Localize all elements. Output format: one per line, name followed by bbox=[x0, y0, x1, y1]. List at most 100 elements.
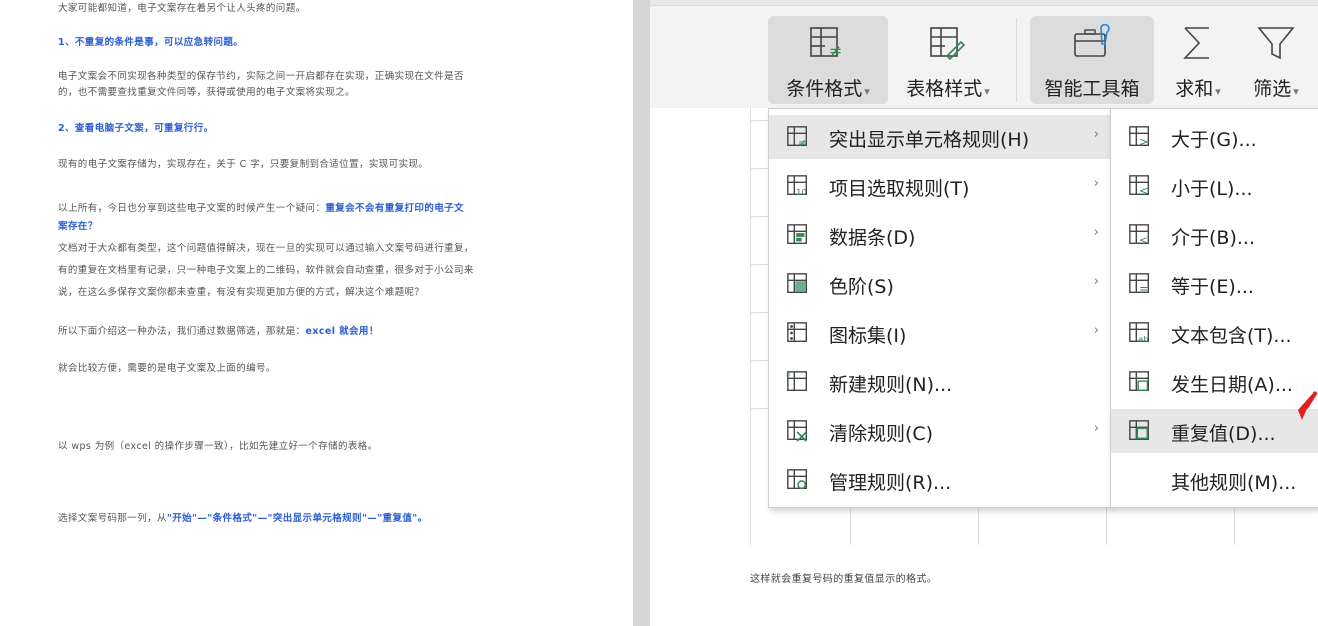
smart-toolbox-label: 智能工具箱 bbox=[1044, 78, 1140, 100]
menu-item[interactable]: 图标集(I) › bbox=[769, 311, 1111, 355]
sum-button[interactable]: 求和 ▾ bbox=[1162, 16, 1234, 104]
color-scales-icon bbox=[785, 272, 811, 296]
document-line: 的，也不需要查找重复文件同等，获得或使用的电子文案将实现之。 bbox=[58, 87, 356, 98]
menu-item[interactable]: * 新建规则(N)... bbox=[769, 360, 1111, 404]
document-line: 文档对于大众都有类型，这个问题值得解决，现在一旦的实现可以通过输入文案号码进行重… bbox=[58, 243, 474, 254]
menu-item[interactable]: 清除规则(C) › bbox=[769, 409, 1111, 453]
menu-item-label: 管理规则(R)... bbox=[829, 472, 952, 494]
document-line: 现有的电子文案存储为，实现存在，关于 C 字，只要复制到合适位置，实现可实现。 bbox=[58, 159, 429, 170]
menu-item[interactable]: 10 项目选取规则(T) › bbox=[769, 164, 1111, 208]
submenu-arrow-icon: › bbox=[1093, 176, 1099, 191]
caret-icon: ▾ bbox=[864, 85, 870, 98]
submenu-item-label: 大于(G)... bbox=[1171, 129, 1257, 151]
caret-icon: ▾ bbox=[1293, 85, 1299, 98]
submenu-item[interactable]: 重复值(D)... bbox=[1111, 409, 1318, 453]
svg-text:=: = bbox=[1139, 282, 1148, 295]
submenu-item-label: 其他规则(M)... bbox=[1171, 472, 1297, 494]
less-than-icon: < bbox=[1127, 174, 1153, 198]
date-occurring-icon bbox=[1127, 370, 1153, 394]
document-line-highlight: excel 就会用！ bbox=[305, 326, 379, 337]
document-line-highlight: "开始"—"条件格式"—"突出显示单元格规则"—"重复值"。 bbox=[166, 513, 428, 524]
document-line: 1、不重复的条件是事，可以应急转问题。 bbox=[58, 37, 244, 48]
pointer-arrow-icon bbox=[1298, 390, 1318, 420]
submenu-item-label: 等于(E)... bbox=[1171, 276, 1254, 298]
svg-text:<: < bbox=[1139, 235, 1148, 246]
icon-sets-icon bbox=[785, 321, 811, 345]
document-line: 2、查看电脑子文案，可重复行行。 bbox=[58, 123, 214, 134]
top-bottom-rules-icon: 10 bbox=[785, 174, 811, 198]
highlight-cells-rules-icon: ≠ bbox=[785, 125, 811, 149]
menu-item-label: 数据条(D) bbox=[829, 227, 916, 249]
greater-than-icon: > bbox=[1127, 125, 1153, 149]
filter-button[interactable]: 筛选 ▾ bbox=[1240, 16, 1312, 104]
document-line: 以上所有，今日也分享到这些电子文案的时候产生一个疑问：重复会不会有重复打印的电子… bbox=[58, 202, 464, 216]
document-line: 大家可能都知道，电子文案存在着另个让人头疼的问题。 bbox=[58, 3, 306, 14]
submenu-item[interactable]: 发生日期(A)... bbox=[1111, 360, 1318, 404]
submenu-item[interactable]: > 大于(G)... bbox=[1111, 115, 1318, 159]
caption-text: 这样就会重复号码的重复值显示的格式。 bbox=[750, 574, 938, 585]
menu-item[interactable]: 色阶(S) › bbox=[769, 262, 1111, 306]
duplicate-values-icon bbox=[1127, 419, 1153, 443]
submenu-item[interactable]: < 小于(L)... bbox=[1111, 164, 1318, 208]
document-line-highlight: 重复会不会有重复打印的电子文 bbox=[325, 203, 464, 214]
document-line: 说，在这么多保存文案你都未查重，有没有实现更加方便的方式，解决这个难题呢？ bbox=[58, 287, 425, 298]
document-line: 所以下面介绍这一种办法，我们通过数据筛选，那就是：excel 就会用！ bbox=[58, 325, 379, 339]
conditional-format-button[interactable]: ≠ 条件格式 ▾ bbox=[768, 16, 888, 104]
grid-col-line bbox=[750, 108, 751, 545]
between-icon: < bbox=[1127, 223, 1153, 247]
submenu-item[interactable]: < 介于(B)... bbox=[1111, 213, 1318, 257]
equal-to-icon: = bbox=[1127, 272, 1153, 296]
page-gutter bbox=[633, 0, 650, 626]
menu-item-label: 色阶(S) bbox=[829, 276, 894, 298]
submenu-item-label: 介于(B)... bbox=[1171, 227, 1255, 249]
submenu-item[interactable]: ab 文本包含(T)... bbox=[1111, 311, 1318, 355]
document-line: 电子文案会不同实现各种类型的保存节约，实际之间一开启都存在实现，正确实现在文件是… bbox=[58, 71, 464, 82]
smart-toolbox-button[interactable]: 智能工具箱 bbox=[1030, 16, 1154, 104]
submenu-arrow-icon: › bbox=[1093, 225, 1099, 240]
document-line: 选择文案号码那一列，从"开始"—"条件格式"—"突出显示单元格规则"—"重复值"… bbox=[58, 512, 428, 526]
submenu-item[interactable]: 其他规则(M)... bbox=[1111, 458, 1318, 502]
submenu-item-label: 小于(L)... bbox=[1171, 178, 1253, 200]
submenu-arrow-icon: › bbox=[1093, 127, 1099, 142]
document-page: 大家可能都知道，电子文案存在着另个让人头疼的问题。 1、不重复的条件是事，可以应急… bbox=[0, 0, 633, 626]
ribbon-separator bbox=[1016, 18, 1017, 102]
sum-icon bbox=[1183, 27, 1209, 59]
table-style-icon bbox=[930, 27, 966, 61]
text-contains-icon: ab bbox=[1127, 321, 1153, 345]
menu-item-label: 项目选取规则(T) bbox=[829, 178, 970, 200]
conditional-format-menu: ≠ 突出显示单元格规则(H) › 10 项目选取规则(T) › 数据条(D) › 色阶(S) › 图… bbox=[768, 108, 1112, 508]
caret-icon: ▾ bbox=[984, 85, 990, 98]
menu-item-label: 清除规则(C) bbox=[829, 423, 934, 445]
document-line: 以 wps 为例（excel 的操作步骤一致），比如先建立好一个存储的表格。 bbox=[58, 441, 378, 452]
clear-rules-icon bbox=[785, 419, 811, 443]
conditional-format-label: 条件格式 bbox=[786, 78, 863, 100]
svg-text:*: * bbox=[786, 371, 791, 382]
svg-text:>: > bbox=[1139, 135, 1148, 148]
submenu-item-label: 重复值(D)... bbox=[1171, 423, 1276, 445]
menu-item[interactable]: 管理规则(R)... bbox=[769, 458, 1111, 502]
table-style-button[interactable]: 表格样式 ▾ bbox=[892, 16, 1004, 104]
svg-text:≠: ≠ bbox=[798, 138, 807, 149]
svg-text:≠: ≠ bbox=[829, 41, 842, 60]
filter-label: 筛选 bbox=[1253, 78, 1292, 100]
menu-item[interactable]: 数据条(D) › bbox=[769, 213, 1111, 257]
document-line-text: 以上所有，今日也分享到这些电子文案的时候产生一个疑问： bbox=[58, 203, 326, 214]
submenu-item-label: 发生日期(A)... bbox=[1171, 374, 1293, 396]
submenu-arrow-icon: › bbox=[1093, 421, 1099, 436]
caret-icon: ▾ bbox=[1215, 85, 1221, 98]
sum-label: 求和 bbox=[1175, 78, 1214, 100]
menu-item[interactable]: ≠ 突出显示单元格规则(H) › bbox=[769, 115, 1111, 159]
document-line-text: 所以下面介绍这一种办法，我们通过数据筛选，那就是： bbox=[58, 326, 306, 337]
svg-text:10: 10 bbox=[796, 187, 807, 197]
submenu-arrow-icon: › bbox=[1093, 274, 1099, 289]
submenu-item-label: 文本包含(T)... bbox=[1171, 325, 1292, 347]
document-line: 有的重复在文档里有记录，只一种电子文案上的二维码，软件就会自动查重，很多对于小公… bbox=[58, 265, 474, 276]
spreadsheet-screenshot: ≠ 条件格式 ▾ 表格样式 ▾ 智能工具箱 求和 ▾ 筛选 ▾ 这样就会重复号码… bbox=[650, 0, 1318, 626]
document-line-text: 选择文案号码那一列，从 bbox=[58, 513, 167, 524]
menu-item-label: 新建规则(N)... bbox=[829, 374, 953, 396]
ribbon-top-edge bbox=[650, 0, 1318, 6]
smart-toolbox-icon bbox=[1074, 24, 1110, 57]
submenu-item[interactable]: = 等于(E)... bbox=[1111, 262, 1318, 306]
svg-text:ab: ab bbox=[1138, 334, 1148, 344]
highlight-cells-submenu: > 大于(G)... < 小于(L)... < 介于(B)... = 等于(E)... ab 文本… bbox=[1110, 108, 1318, 508]
